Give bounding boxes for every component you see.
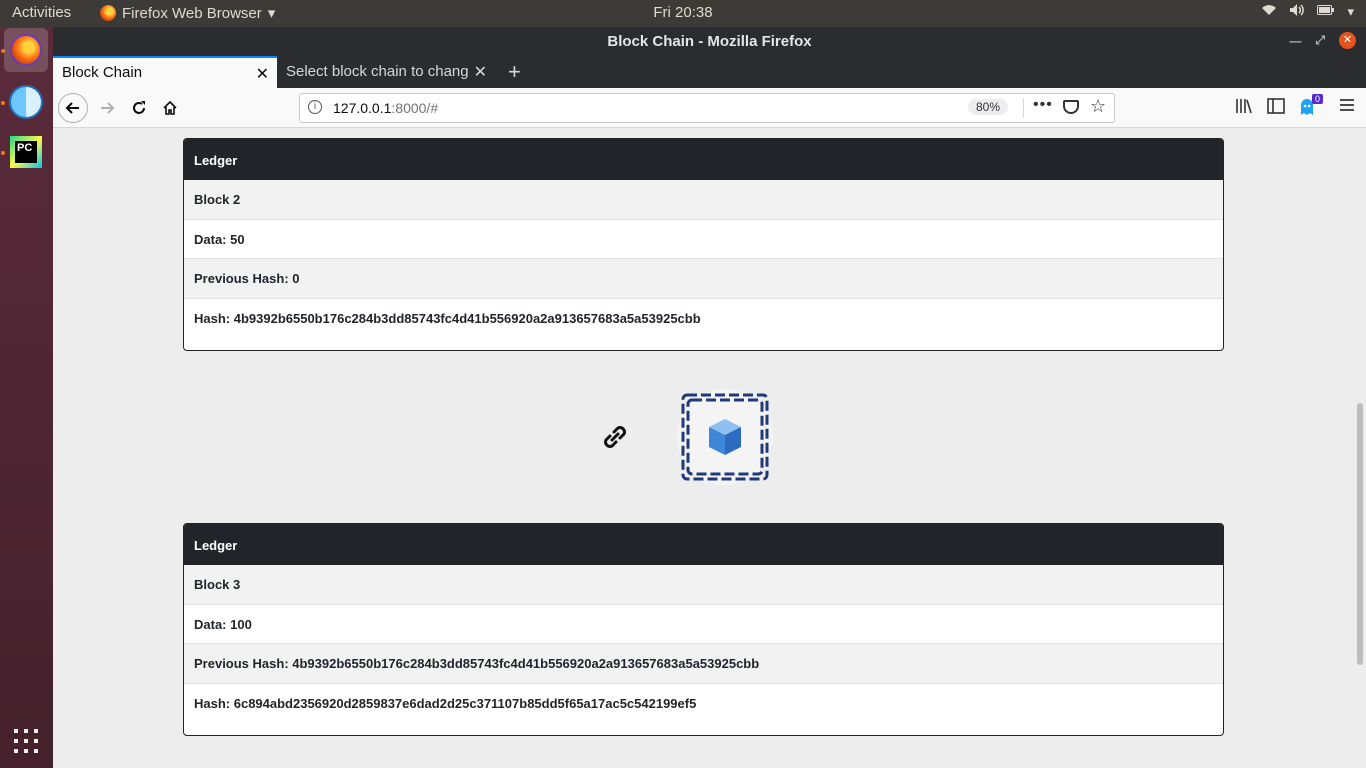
url-text[interactable]: 127.0.0.1:8000/# (333, 100, 438, 116)
ledger-header: Ledger (184, 524, 1223, 565)
firefox-icon (10, 34, 42, 66)
window-title: Block Chain - Mozilla Firefox (607, 33, 812, 50)
ledger-card: Ledger Block 2 Data: 50 Previous Hash: 0… (183, 138, 1224, 351)
chevron-down-icon: ▾ (267, 5, 276, 22)
chevron-down-icon: ▾ (1347, 3, 1354, 19)
forward-button[interactable] (93, 94, 121, 122)
minimize-icon[interactable]: — (1289, 34, 1301, 48)
volume-icon (1289, 3, 1305, 20)
page-content: Ledger Block 2 Data: 50 Previous Hash: 0… (53, 129, 1366, 768)
blockchain-cube-icon (681, 393, 769, 481)
block-number: Block 2 (184, 180, 1223, 220)
sidebar-icon[interactable] (1267, 98, 1285, 119)
system-top-bar: Activities Firefox Web Browser ▾ Fri 20:… (0, 0, 1366, 27)
tab-block-chain[interactable]: Block Chain ✕ (53, 56, 277, 88)
navigation-toolbar: i 127.0.0.1:8000/# 80% ••• ☆ 0 (53, 88, 1366, 128)
block-number: Block 3 (184, 565, 1223, 605)
show-applications-icon[interactable] (14, 729, 38, 753)
maximize-icon[interactable]: ⤢ (1315, 33, 1325, 48)
dock-pycharm[interactable]: PC (4, 130, 48, 174)
previous-hash: Previous Hash: 4b9392b6550b176c284b3dd85… (184, 644, 1223, 684)
app-menu[interactable]: Firefox Web Browser ▾ (100, 4, 275, 22)
launcher-dock: PC (0, 27, 53, 768)
back-button[interactable] (58, 93, 88, 123)
new-tab-icon[interactable]: + (508, 59, 521, 85)
site-info-icon[interactable]: i (308, 100, 322, 114)
ledger-card: Ledger Block 3 Data: 100 Previous Hash: … (183, 523, 1224, 736)
zoom-indicator[interactable]: 80% (968, 99, 1009, 115)
block-hash: Hash: 4b9392b6550b176c284b3dd85743fc4d41… (194, 310, 701, 326)
close-tab-icon[interactable]: ✕ (474, 62, 487, 82)
firefox-icon (100, 5, 116, 21)
hamburger-menu-icon[interactable] (1339, 98, 1355, 117)
divider (1023, 98, 1024, 118)
battery-icon (1317, 4, 1335, 19)
wifi-icon (1261, 4, 1277, 19)
blockchain-image (677, 389, 773, 485)
ledger-header: Ledger (184, 139, 1223, 180)
close-tab-icon[interactable]: ✕ (256, 64, 269, 84)
system-tray[interactable]: ▾ (1261, 3, 1354, 20)
vertical-scrollbar[interactable] (1357, 403, 1363, 665)
tab-label: Block Chain (62, 64, 143, 81)
dock-finder[interactable] (4, 80, 48, 124)
link-icon (604, 426, 626, 448)
pycharm-icon: PC (10, 136, 42, 168)
reload-button[interactable] (125, 94, 153, 122)
library-icon[interactable] (1235, 98, 1253, 119)
tab-select-block-chain[interactable]: Select block chain to change ✕ (277, 56, 495, 88)
page-actions-icon[interactable]: ••• (1033, 96, 1053, 114)
app-menu-label: Firefox Web Browser (122, 4, 262, 22)
tab-strip: Block Chain ✕ Select block chain to chan… (53, 56, 1366, 88)
tab-label: Select block chain to change (286, 63, 468, 80)
previous-hash: Previous Hash: 0 (184, 259, 1223, 299)
home-button[interactable] (156, 94, 184, 122)
block-data: Data: 100 (184, 605, 1223, 644)
block-data: Data: 50 (184, 220, 1223, 259)
activities-button[interactable]: Activities (12, 4, 71, 21)
url-bar[interactable]: i 127.0.0.1:8000/# 80% ••• ☆ (299, 93, 1115, 123)
dock-firefox[interactable] (4, 28, 48, 72)
close-window-icon[interactable]: ✕ (1339, 32, 1356, 49)
block-hash: Hash: 6c894abd2356920d2859837e6dad2d25c3… (194, 695, 697, 711)
finder-icon (9, 85, 43, 119)
pocket-icon[interactable] (1063, 100, 1079, 114)
bookmark-star-icon[interactable]: ☆ (1090, 96, 1106, 117)
window-title-bar: Block Chain - Mozilla Firefox — ⤢ ✕ (53, 27, 1366, 56)
notifications-badge: 0 (1312, 94, 1324, 104)
